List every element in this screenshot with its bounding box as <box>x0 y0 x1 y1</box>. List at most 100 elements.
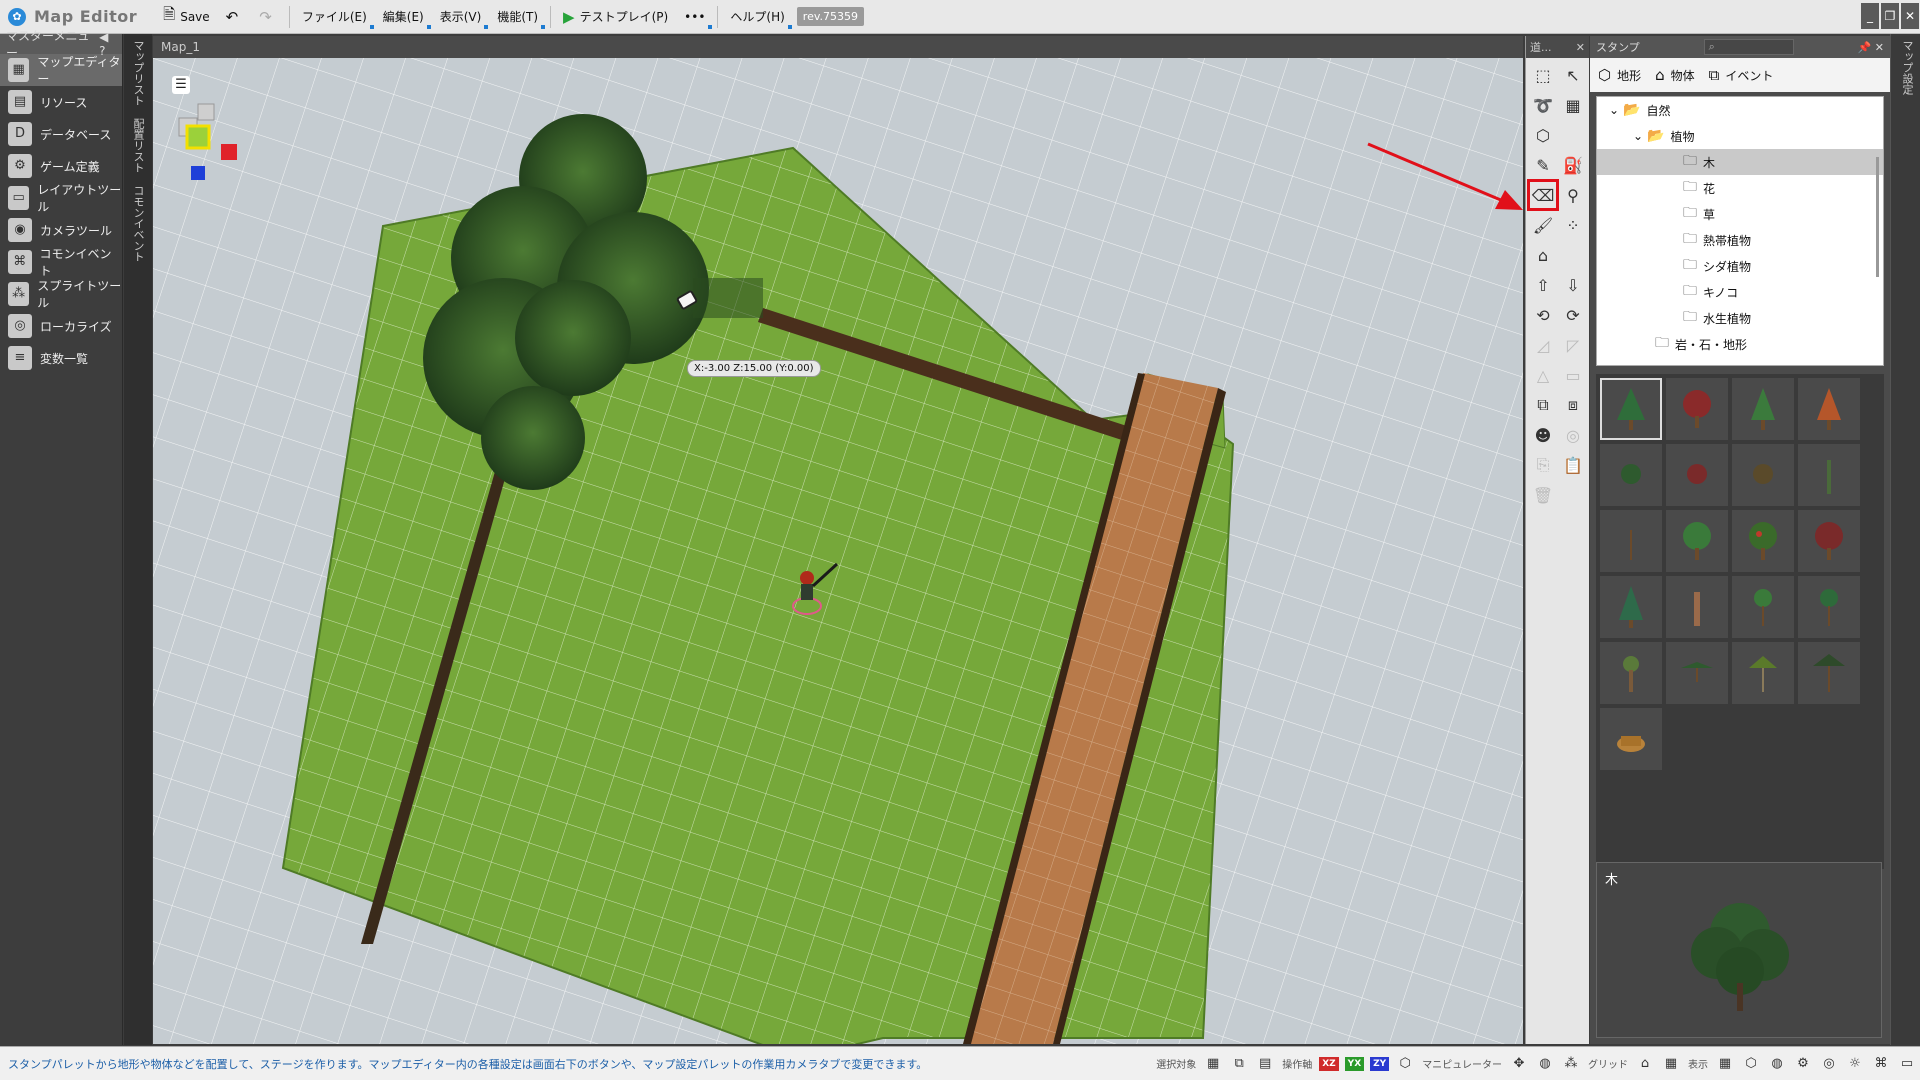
tree-node-plants[interactable]: ⌄ 📂 植物 <box>1597 123 1883 149</box>
pin-close-icon[interactable]: 📌 ✕ <box>1858 41 1884 54</box>
stamp-thumb[interactable] <box>1798 378 1860 440</box>
slope-icon[interactable]: ◿ <box>1528 330 1558 360</box>
menu-file[interactable]: ファイル(E) <box>295 4 374 30</box>
tree-node-tropical[interactable]: 🗀 熱帯植物 <box>1597 227 1883 253</box>
axis-xz-button[interactable]: XZ <box>1319 1056 1339 1071</box>
minimize-button[interactable]: _ <box>1861 3 1879 29</box>
tab-object[interactable]: ⌂ 物体 <box>1655 66 1695 84</box>
slope-alt-icon[interactable]: ◸ <box>1558 330 1588 360</box>
cube-icon[interactable]: ⬡ <box>1528 120 1558 150</box>
eraser-icon[interactable]: ⌫ <box>1527 179 1559 211</box>
menu-help[interactable]: ヘルプ(H) <box>723 4 792 30</box>
rotate-alt-icon[interactable]: ⟳ <box>1558 300 1588 330</box>
axis-zy-button[interactable]: ZY <box>1370 1056 1390 1071</box>
undo-button[interactable]: ↶ <box>219 4 251 30</box>
tree-node-fern[interactable]: 🗀 シダ植物 <box>1597 253 1883 279</box>
stamp-thumb[interactable] <box>1600 576 1662 638</box>
menu-item-map-editor[interactable]: ▦ マップエディター <box>0 54 122 86</box>
more-button[interactable]: ••• <box>677 4 713 30</box>
display-light-icon[interactable]: ☼ <box>1846 1055 1864 1073</box>
map-viewport[interactable]: Map_1 ☰ X:-3.00 Z:15.00 (Y:0.00) <box>153 36 1523 1044</box>
bucket-icon[interactable]: ⛽ <box>1558 150 1588 180</box>
stamp-thumb[interactable] <box>1732 378 1794 440</box>
stamp-thumb[interactable] <box>1666 510 1728 572</box>
redo-button[interactable]: ↷ <box>252 4 284 30</box>
frame-icon[interactable]: ▭ <box>1558 360 1588 390</box>
menu-item-common-event[interactable]: ⌘ コモンイベント <box>0 246 122 278</box>
move-gizmo-icon[interactable]: ✥ <box>1510 1055 1528 1073</box>
map-scene[interactable] <box>153 58 1523 1044</box>
scale-gizmo-icon[interactable]: ⁂ <box>1562 1055 1580 1073</box>
select-rect-icon[interactable]: ⬚ <box>1528 60 1558 90</box>
tree-node-rock[interactable]: 🗀 岩・石・地形 <box>1597 331 1883 357</box>
brush-icon[interactable]: 🖌 <box>1528 210 1558 240</box>
stamp-thumb[interactable] <box>1732 642 1794 704</box>
paste-icon[interactable]: 📋 <box>1558 450 1588 480</box>
menu-item-localize[interactable]: ◎ ローカライズ <box>0 310 122 342</box>
stamp-thumb[interactable] <box>1600 444 1662 506</box>
copy-icon[interactable]: ⎘ <box>1528 450 1558 480</box>
axis-yx-button[interactable]: YX <box>1344 1056 1365 1071</box>
delete-icon[interactable]: 🗑 <box>1528 480 1558 510</box>
tree-node-grass[interactable]: 🗀 草 <box>1597 201 1883 227</box>
menu-view[interactable]: 表示(V) <box>433 4 489 30</box>
stamp-thumb[interactable] <box>1600 510 1662 572</box>
display-settings-icon[interactable]: ⚙ <box>1794 1055 1812 1073</box>
grid-select-icon[interactable]: ▦ <box>1204 1055 1222 1073</box>
stamp-thumb[interactable] <box>1798 642 1860 704</box>
lower-icon[interactable]: ⇩ <box>1558 270 1588 300</box>
stamp-thumb[interactable] <box>1666 378 1728 440</box>
tree-node-nature[interactable]: ⌄ 📂 自然 <box>1597 97 1883 123</box>
tab-event[interactable]: ⧉ イベント <box>1709 66 1774 84</box>
target-icon[interactable]: ◎ <box>1558 420 1588 450</box>
stamp-thumb[interactable] <box>1600 708 1662 770</box>
close-button[interactable]: ✕ <box>1901 3 1919 29</box>
select-pointer-icon[interactable]: ↖ <box>1558 60 1588 90</box>
close-icon[interactable]: ✕ <box>1576 41 1585 54</box>
grid-toggle-icon[interactable]: ⌂ <box>1636 1055 1654 1073</box>
grid-size-icon[interactable]: ▦ <box>1662 1055 1680 1073</box>
lasso-icon[interactable]: ➰ <box>1528 90 1558 120</box>
tree-node-mushroom[interactable]: 🗀 キノコ <box>1597 279 1883 305</box>
tree-node-flower[interactable]: 🗀 花 <box>1597 175 1883 201</box>
menu-item-game-definition[interactable]: ⚙ ゲーム定義 <box>0 150 122 182</box>
stamp-thumb[interactable] <box>1732 576 1794 638</box>
menu-item-database[interactable]: D データベース <box>0 118 122 150</box>
stamp-thumb[interactable] <box>1798 510 1860 572</box>
menu-item-camera-tool[interactable]: ◉ カメラツール <box>0 214 122 246</box>
stamp-thumb[interactable] <box>1666 444 1728 506</box>
stamp-search-input[interactable]: ⌕ <box>1703 39 1794 55</box>
rotate-icon[interactable]: ⟲ <box>1528 300 1558 330</box>
menu-edit[interactable]: 編集(E) <box>376 4 431 30</box>
figure-icon[interactable]: ☻ <box>1528 420 1558 450</box>
tab-terrain[interactable]: ⬡ 地形 <box>1598 66 1641 84</box>
layer-down-icon[interactable]: ⧉ <box>1528 390 1558 420</box>
display-terrain-icon[interactable]: ⬡ <box>1742 1055 1760 1073</box>
object-select-icon[interactable]: ⧉ <box>1230 1055 1248 1073</box>
pencil-icon[interactable]: ✎ <box>1528 150 1558 180</box>
stamp-thumb[interactable] <box>1798 576 1860 638</box>
triangle-icon[interactable]: △ <box>1528 360 1558 390</box>
display-event-icon[interactable]: ⌘ <box>1872 1055 1890 1073</box>
grid-select-icon[interactable]: ▦ <box>1558 90 1588 120</box>
stamp-thumb[interactable] <box>1732 444 1794 506</box>
tree-node-aquatic[interactable]: 🗀 水生植物 <box>1597 305 1883 331</box>
stamp-thumb[interactable] <box>1732 510 1794 572</box>
tab-map-settings[interactable]: マップ設定 <box>1891 34 1920 101</box>
tab-common-event[interactable]: コモンイベント <box>124 179 152 268</box>
stamp-thumb[interactable] <box>1666 642 1728 704</box>
menu-item-variables[interactable]: ≡ 変数一覧 <box>0 342 122 374</box>
stamp-thumb[interactable] <box>1798 444 1860 506</box>
tree-node-tree[interactable]: 🗀 木 <box>1597 149 1883 175</box>
menu-item-layout-tool[interactable]: ▭ レイアウトツール <box>0 182 122 214</box>
stamp-thumb[interactable] <box>1600 642 1662 704</box>
stamp-thumb[interactable] <box>1600 378 1662 440</box>
display-layer-icon[interactable]: ▭ <box>1898 1055 1916 1073</box>
stamp-thumb[interactable] <box>1666 576 1728 638</box>
save-button[interactable]: 🗎 Save <box>156 4 217 30</box>
layer-up-icon[interactable]: ⧈ <box>1558 390 1588 420</box>
display-globe-icon[interactable]: ◎ <box>1820 1055 1838 1073</box>
scatter-icon[interactable]: ⁘ <box>1558 210 1588 240</box>
menu-item-sprite-tool[interactable]: ⁂ スプライトツール <box>0 278 122 310</box>
tree-scrollbar[interactable] <box>1876 157 1879 277</box>
